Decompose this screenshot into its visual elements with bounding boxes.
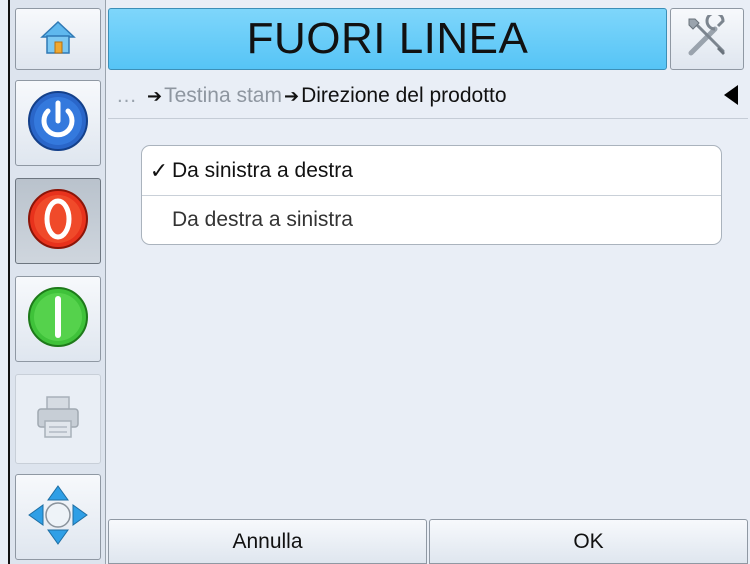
printer-icon — [33, 392, 83, 447]
direction-option-list: ✓ Da sinistra a destra Da destra a sinis… — [141, 145, 722, 245]
navigate-button[interactable] — [15, 474, 101, 560]
power-button[interactable] — [15, 80, 101, 166]
home-button[interactable] — [15, 8, 101, 70]
status-title-bar: FUORI LINEA — [108, 8, 667, 70]
start-icon — [26, 285, 90, 354]
breadcrumb-parent[interactable]: Testina stam — [164, 84, 282, 108]
left-toolbar — [8, 0, 106, 564]
printer-status-title: FUORI LINEA — [246, 14, 529, 63]
tools-button[interactable] — [670, 8, 744, 70]
home-icon — [38, 17, 78, 62]
stop-icon — [26, 187, 90, 256]
option-label: Da destra a sinistra — [172, 208, 353, 231]
option-label: Da sinistra a destra — [172, 158, 353, 182]
cancel-button[interactable]: Annulla — [108, 519, 427, 564]
option-right-to-left[interactable]: Da destra a sinistra — [142, 195, 721, 244]
breadcrumb-separator-icon: ➔ — [283, 85, 300, 106]
tools-icon — [685, 11, 729, 64]
start-button[interactable] — [15, 276, 101, 362]
power-icon — [26, 89, 90, 158]
back-arrow-icon[interactable] — [724, 85, 738, 105]
print-button[interactable] — [15, 374, 101, 464]
option-left-to-right[interactable]: ✓ Da sinistra a destra — [142, 146, 721, 195]
navigate-icon — [25, 482, 91, 553]
dialog-footer: Annulla OK — [108, 519, 748, 564]
breadcrumb-current: Direzione del prodotto — [301, 84, 507, 107]
breadcrumb: … ➔ Testina stam ➔ Direzione del prodott… — [108, 74, 748, 119]
checkmark-icon: ✓ — [149, 157, 169, 183]
screen: FUORI LINEA … ➔ Testina stam ➔ Direzione… — [0, 0, 750, 564]
breadcrumb-separator-icon: ➔ — [147, 85, 163, 106]
ok-button[interactable]: OK — [429, 519, 748, 564]
stop-button[interactable] — [15, 178, 101, 264]
breadcrumb-ellipsis[interactable]: … — [116, 84, 137, 108]
